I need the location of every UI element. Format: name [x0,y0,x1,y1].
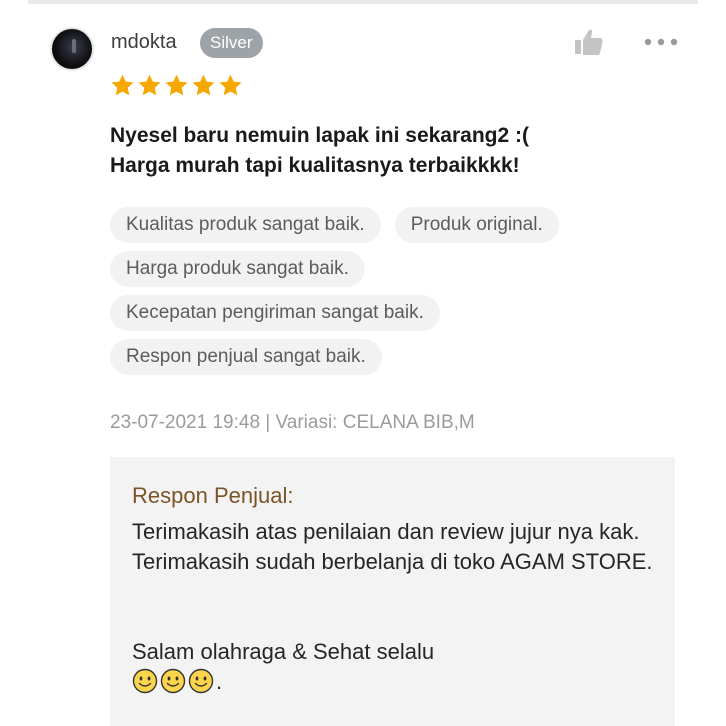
member-badge: Silver [200,28,263,58]
thumbs-up-icon[interactable] [574,28,604,56]
review-text: Nyesel baru nemuin lapak ini sekarang2 :… [110,124,529,177]
seller-response-text: Terimakasih atas penilaian dan review ju… [132,519,653,574]
seller-response: Respon Penjual: Terimakasih atas penilai… [110,457,675,726]
review-tag: Produk original. [394,207,559,243]
tag-row: Kecepatan pengiriman sangat baik. [110,295,670,331]
emoji-group [132,668,216,694]
review-tag: Respon penjual sangat baik. [110,339,382,375]
smiley-face-icon [132,668,158,694]
avatar[interactable] [50,27,94,71]
star-icon [219,74,242,96]
seller-response-title: Respon Penjual: [132,483,294,508]
star-icon [111,74,134,96]
tag-row: Harga produk sangat baik. [110,251,670,287]
review-tag: Harga produk sangat baik. [110,251,365,287]
smiley-face-icon [160,668,186,694]
more-options-icon[interactable] [644,37,678,47]
review-tag: Kualitas produk sangat baik. [110,207,381,243]
star-icon [192,74,215,96]
star-icon [165,74,188,96]
review-meta: 23-07-2021 19:48 | Variasi: CELANA BIB,M [110,412,475,433]
star-rating [110,73,243,99]
top-divider [28,0,698,4]
tag-row: Respon penjual sangat baik. [110,339,670,375]
smiley-face-icon [188,668,214,694]
closing-text: Salam olahraga & Sehat selalu [132,639,435,664]
closing-end: . [216,669,223,694]
star-icon [138,74,161,96]
review-tags: Kualitas produk sangat baik. Produk origi… [110,207,670,383]
review-tag: Kecepatan pengiriman sangat baik. [110,295,440,331]
seller-response-closing: Salam olahraga & Sehat selalu . [132,607,653,697]
tag-row: Kualitas produk sangat baik. Produk origi… [110,207,670,243]
username[interactable]: mdokta [111,31,177,54]
